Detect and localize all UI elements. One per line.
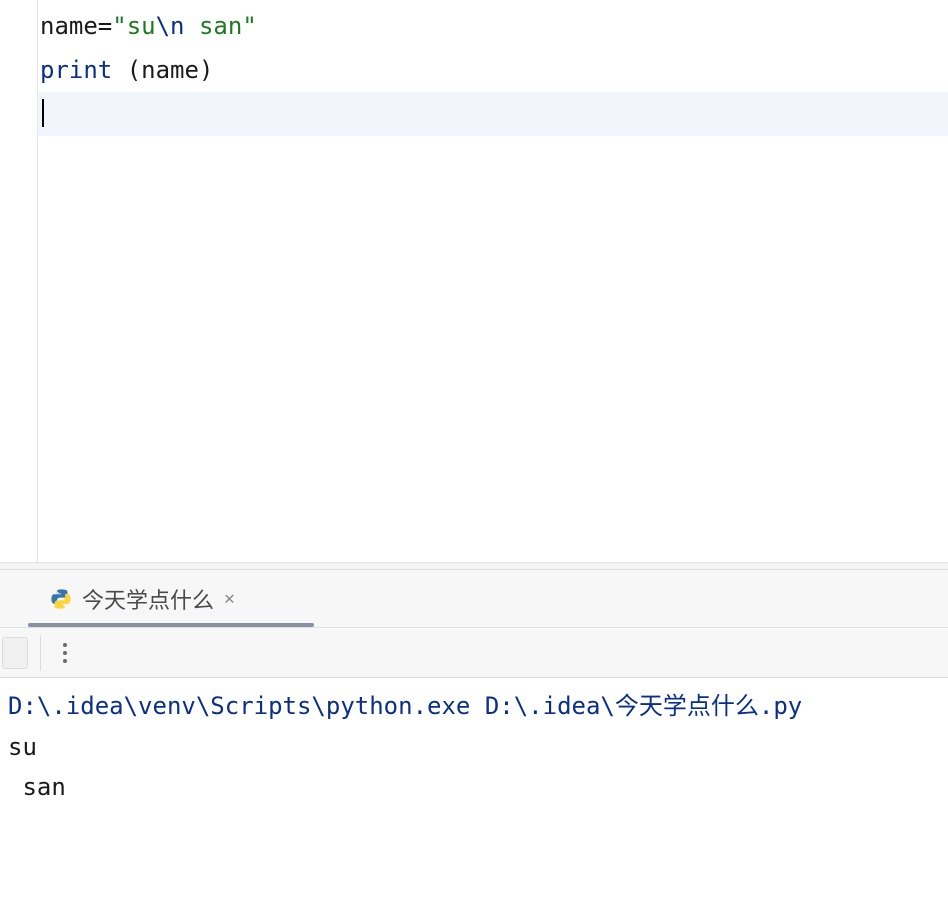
console-command-suffix: .py xyxy=(759,692,802,720)
console-output-line-1: su xyxy=(8,727,940,767)
identifier: name xyxy=(40,12,98,40)
argument-name: name xyxy=(141,56,199,84)
string-part-2: san xyxy=(185,12,243,40)
string-quote-close: " xyxy=(242,12,256,40)
escape-newline: \n xyxy=(156,12,185,40)
run-tab-label: 今天学点什么 xyxy=(82,583,214,615)
builtin-print: print xyxy=(40,56,112,84)
toolbar-divider xyxy=(40,635,41,671)
run-tab[interactable]: 今天学点什么 ✕ xyxy=(44,579,241,619)
string-part-1: su xyxy=(127,12,156,40)
console-command-filename-cjk: 今天学点什么 xyxy=(615,693,759,720)
toolbar-handle[interactable] xyxy=(2,637,28,669)
operator-equals: = xyxy=(98,12,112,40)
paren-open: ( xyxy=(127,56,141,84)
python-file-icon xyxy=(50,588,72,610)
console-output[interactable]: D:\.idea\venv\Scripts\python.exe D:\.ide… xyxy=(0,678,948,807)
code-line-1[interactable]: name="su\n san" xyxy=(38,4,948,48)
console-command-line: D:\.idea\venv\Scripts\python.exe D:\.ide… xyxy=(8,686,940,727)
console-command-prefix: D:\.idea\venv\Scripts\python.exe D:\.ide… xyxy=(8,692,615,720)
more-actions-icon[interactable] xyxy=(53,641,77,665)
editor-code-area[interactable]: name="su\n san" print (name) xyxy=(38,0,948,562)
tab-active-underline xyxy=(28,623,314,627)
code-line-3-active[interactable] xyxy=(38,92,948,136)
editor-gutter xyxy=(0,0,38,562)
paren-close: ) xyxy=(199,56,213,84)
code-line-2[interactable]: print (name) xyxy=(38,48,948,92)
close-icon[interactable]: ✕ xyxy=(224,588,235,609)
run-tab-bar: 今天学点什么 ✕ xyxy=(0,570,948,628)
pane-divider[interactable] xyxy=(0,562,948,570)
string-quote-open: " xyxy=(112,12,126,40)
console-toolbar xyxy=(0,628,948,678)
editor-pane[interactable]: name="su\n san" print (name) xyxy=(0,0,948,562)
space xyxy=(112,56,126,84)
console-output-line-2: san xyxy=(8,767,940,807)
text-caret xyxy=(42,99,44,127)
